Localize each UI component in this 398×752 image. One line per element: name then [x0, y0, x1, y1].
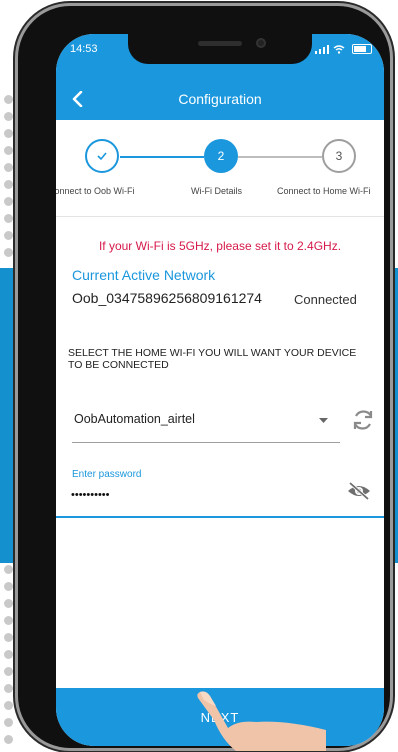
status-time: 14:53: [70, 43, 98, 55]
password-input[interactable]: [71, 484, 311, 506]
step-1-circle: [85, 139, 119, 173]
phone-screen: 14:53 Configuration 2 3 Connect to Oob W…: [56, 34, 384, 746]
step-2-label: Wi-Fi Details: [191, 186, 242, 196]
step-3-label: Connect to Home Wi-Fi: [277, 186, 371, 196]
wifi-status-icon: [333, 45, 345, 54]
app-bar: Configuration: [56, 80, 384, 120]
status-bar: 14:53: [56, 34, 384, 80]
password-label: Enter password: [72, 469, 142, 480]
check-icon: [97, 152, 107, 161]
system-icons: [315, 44, 372, 55]
signal-icon: [315, 44, 330, 54]
stepper: 2 3 Connect to Oob Wi-Fi Wi-Fi Details C…: [56, 120, 384, 210]
step-connector: [238, 156, 322, 158]
phone-frame: 14:53 Configuration 2 3 Connect to Oob W…: [18, 6, 390, 748]
wifi-network-select[interactable]: OobAutomation_airtel: [72, 404, 340, 443]
step-2-circle: 2: [204, 139, 238, 173]
wifi-select-value: OobAutomation_airtel: [74, 412, 195, 426]
camera: [256, 38, 266, 48]
select-instruction: SELECT THE HOME WI-FI YOU WILL WANT YOUR…: [68, 347, 357, 371]
step-1-label: Connect to Oob Wi-Fi: [56, 186, 135, 196]
step-3-circle: 3: [322, 139, 356, 173]
divider: [56, 216, 384, 217]
dropdown-caret-icon: [319, 418, 328, 423]
password-field-container: Enter password: [56, 460, 384, 518]
speaker: [198, 41, 242, 46]
eye-off-icon[interactable]: [346, 480, 372, 502]
battery-icon: [352, 44, 372, 55]
step-connector: [120, 156, 204, 158]
current-network-title: Current Active Network: [72, 267, 216, 283]
refresh-icon[interactable]: [350, 407, 376, 433]
pointing-hand-illustration: [197, 691, 326, 751]
warning-message: If your Wi-Fi is 5GHz, please set it to …: [98, 239, 342, 253]
current-network-ssid: Oob_03475896256809161274: [72, 290, 262, 306]
connection-status: Connected: [294, 292, 357, 307]
notch: [128, 34, 312, 64]
page-title: Configuration: [178, 91, 262, 107]
